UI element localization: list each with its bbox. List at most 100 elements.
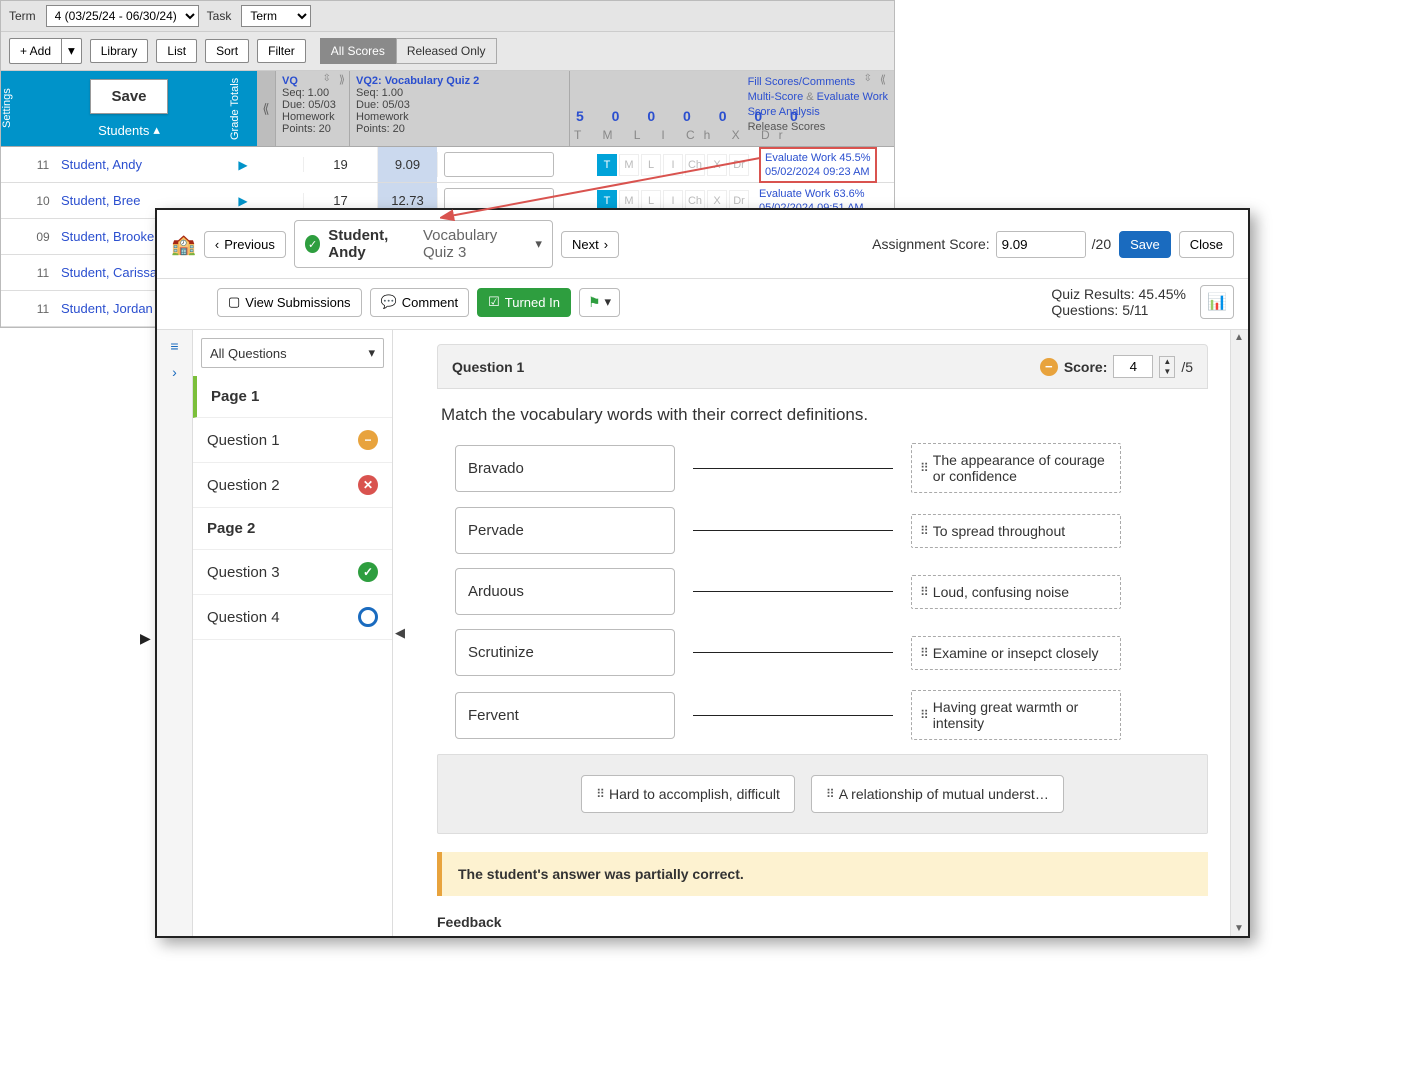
fill-scores-link[interactable]: Fill Scores/Comments — [748, 75, 888, 90]
student-link[interactable]: Student, Brooke — [61, 229, 154, 244]
student-link[interactable]: Student, Bree — [61, 193, 141, 208]
evaluate-work-link[interactable]: Evaluate Work — [817, 91, 888, 103]
flag-dropdown[interactable]: ⚑▾ — [579, 288, 620, 317]
nav-question[interactable]: Question 3✓ — [193, 550, 392, 595]
student-link[interactable]: Student, Andy — [61, 157, 142, 172]
nav-page[interactable]: Page 2 — [193, 508, 392, 550]
flag-pill-I[interactable]: I — [663, 154, 683, 176]
quiz-results-text: Quiz Results: 45.45% — [1051, 286, 1186, 302]
evaluate-work-link[interactable]: Evaluate Work 63.6% — [759, 187, 894, 201]
view-submissions-button[interactable]: ▢ View Submissions — [217, 288, 362, 317]
nav-question[interactable]: Question 1− — [193, 418, 392, 463]
flag-pill-M[interactable]: M — [619, 154, 639, 176]
student-link[interactable]: Student, Carissa — [61, 265, 157, 280]
left-icon-rail: ≡ › — [157, 330, 193, 936]
grade-totals-rail[interactable]: Grade Totals — [229, 71, 257, 146]
scrollbar[interactable]: ▲▼ — [1230, 330, 1248, 936]
vq-column-header[interactable]: ⇳ ⟫ VQ Seq: 1.00 Due: 05/03 Homework Poi… — [275, 71, 349, 146]
term-select[interactable]: 4 (03/25/24 - 06/30/24) — [46, 5, 199, 27]
list-button[interactable]: List — [156, 39, 197, 63]
vq-score: 17 — [303, 193, 377, 208]
previous-button[interactable]: ‹ Previous — [204, 231, 286, 258]
turned-in-button[interactable]: ☑ Turned In — [477, 288, 571, 317]
library-button[interactable]: Library — [90, 39, 149, 63]
flag-pill-X[interactable]: X — [707, 154, 727, 176]
play-icon[interactable]: ▶ — [229, 194, 257, 208]
add-button[interactable]: + Add — [9, 38, 62, 64]
match-definition[interactable]: ⠿Loud, confusing noise — [911, 575, 1121, 609]
chevron-down-icon: ▾ — [368, 345, 375, 361]
match-definition[interactable]: ⠿Having great warmth or intensity — [911, 690, 1121, 740]
gradebook-toolbar: + Add ▾ Library List Sort Filter All Sco… — [1, 32, 894, 71]
comment-button[interactable]: 💬 Comment — [370, 288, 470, 317]
score-input[interactable] — [444, 152, 554, 177]
next-button[interactable]: Next › — [561, 231, 619, 258]
settings-rail[interactable]: Settings — [1, 71, 29, 146]
row-number: 11 — [29, 302, 57, 316]
match-definition[interactable]: ⠿To spread throughout — [911, 514, 1121, 548]
bank-item[interactable]: ⠿A relationship of mutual underst… — [811, 775, 1064, 813]
sort-button[interactable]: Sort — [205, 39, 249, 63]
match-connector — [693, 715, 893, 716]
row-number: 09 — [29, 230, 57, 244]
question-title: Question 1 — [452, 359, 524, 375]
student-link[interactable]: Student, Jordan E — [61, 301, 165, 316]
collapse-left-icon[interactable]: ⟪ — [257, 71, 275, 146]
correct-icon: ✓ — [358, 562, 378, 582]
gradebook-topbar: Term 4 (03/25/24 - 06/30/24) Task Term — [1, 1, 894, 32]
question-score-max: /5 — [1181, 359, 1193, 375]
assignment-score-input[interactable] — [996, 231, 1086, 258]
score-label: Score: — [1064, 359, 1108, 375]
answer-bank: ⠿Hard to accomplish, difficult ⠿A relati… — [437, 754, 1208, 834]
partial-correct-banner: The student's answer was partially corre… — [437, 852, 1208, 896]
match-connector — [693, 468, 893, 469]
row-number: 11 — [29, 158, 57, 172]
modal-close-button[interactable]: Close — [1179, 231, 1234, 258]
chevron-right-icon[interactable]: › — [172, 364, 177, 380]
release-scores-link[interactable]: Release Scores — [748, 121, 826, 133]
question-score-input[interactable] — [1113, 355, 1153, 378]
side-expand-handle[interactable]: ▶ — [140, 630, 151, 647]
filter-button[interactable]: Filter — [257, 39, 306, 63]
list-icon[interactable]: ≡ — [170, 338, 178, 354]
all-questions-dropdown[interactable]: All Questions▾ — [201, 338, 384, 368]
score-spinner[interactable]: ▲▼ — [1159, 356, 1175, 378]
grip-icon: ⠿ — [920, 524, 927, 538]
add-dropdown-caret[interactable]: ▾ — [62, 38, 82, 64]
play-icon[interactable]: ▶ — [229, 158, 257, 172]
nav-question[interactable]: Question 2✕ — [193, 463, 392, 508]
score-analysis-link[interactable]: Score Analysis — [748, 105, 888, 120]
nav-question[interactable]: Question 4 — [193, 595, 392, 640]
gradebook-save-button[interactable]: Save — [90, 79, 167, 114]
modal-save-button[interactable]: Save — [1119, 231, 1171, 258]
flag-pill-L[interactable]: L — [641, 154, 661, 176]
all-scores-tab[interactable]: All Scores — [320, 38, 396, 64]
match-definition[interactable]: ⠿Examine or insepct closely — [911, 636, 1121, 670]
multi-score-link[interactable]: Multi-Score — [748, 91, 804, 103]
bank-item[interactable]: ⠿Hard to accomplish, difficult — [581, 775, 795, 813]
vq2-column-header[interactable]: VQ2: Vocabulary Quiz 2 Seq: 1.00 Due: 05… — [349, 71, 569, 146]
evaluate-work-link[interactable]: Evaluate Work 45.5% — [765, 151, 871, 165]
assignment-score-max: /20 — [1092, 236, 1111, 252]
sort-asc-icon[interactable]: ▴ — [153, 122, 160, 138]
questions-progress-text: Questions: 5/11 — [1051, 302, 1186, 318]
flag-pill-Ch[interactable]: Ch — [685, 154, 705, 176]
task-select[interactable]: Term — [241, 5, 311, 27]
check-icon: ✓ — [305, 235, 320, 253]
chart-icon-button[interactable]: 📊 — [1200, 285, 1234, 319]
partial-icon: − — [1040, 358, 1058, 376]
student-quiz-selector[interactable]: ✓ Student, Andy Vocabulary Quiz 3 ▾ — [294, 220, 553, 268]
match-definition[interactable]: ⠿The appearance of courage or confidence — [911, 443, 1121, 493]
released-only-tab[interactable]: Released Only — [396, 38, 497, 64]
nav-page[interactable]: Page 1 — [193, 376, 392, 418]
match-connector — [693, 591, 893, 592]
nav-collapse-handle[interactable]: ◀ — [393, 330, 407, 936]
match-row: Scrutinize ⠿Examine or insepct closely — [437, 629, 1208, 676]
modal-subbar: ▢ View Submissions 💬 Comment ☑ Turned In… — [157, 279, 1248, 330]
evaluate-date[interactable]: 05/02/2024 09:23 AM — [765, 165, 871, 179]
sort-updown-icon[interactable]: ⇳ — [323, 73, 331, 84]
flag-pill-Dr[interactable]: Dr — [729, 154, 749, 176]
flag-pill-T[interactable]: T — [597, 154, 617, 176]
students-label[interactable]: Students — [98, 123, 149, 138]
chevron-right-icon[interactable]: ⟫ — [339, 73, 345, 86]
